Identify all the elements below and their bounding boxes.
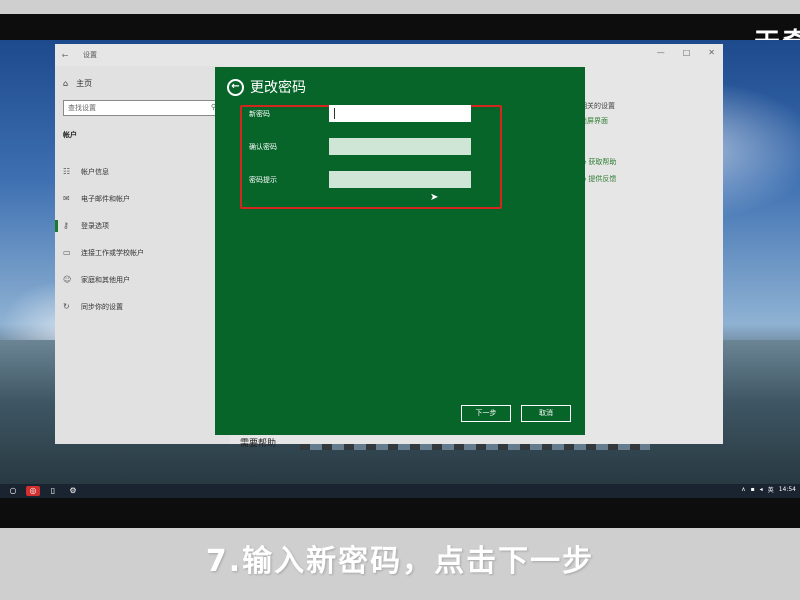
caption-subtitle: 7.输入新密码，点击下一步 (205, 544, 595, 579)
top-frame (0, 0, 800, 40)
sidebar-item-family[interactable]: ☺ 家庭和其他用户 (55, 266, 230, 293)
confirm-password-label: 确认密码 (249, 143, 277, 151)
sidebar-item-work-school[interactable]: ▭ 连接工作或学校帐户 (55, 239, 230, 266)
sidebar-item-label: 电子邮件和帐户 (81, 194, 130, 203)
netease-music-icon[interactable]: ◎ (26, 486, 40, 496)
sidebar-item-label: 帐户信息 (81, 167, 109, 176)
system-tray: ∧ ▪ ◂ 英 14:54 (741, 485, 796, 494)
chevron-up-icon[interactable]: ∧ (741, 486, 745, 493)
new-password-input[interactable] (329, 105, 471, 122)
sidebar-item-label: 连接工作或学校帐户 (81, 248, 144, 257)
minimize-icon[interactable]: — (657, 48, 665, 57)
password-hint-label: 密码提示 (249, 176, 277, 184)
key-icon: ⚷ (63, 221, 69, 230)
person-card-icon: ☷ (63, 167, 71, 176)
network-icon[interactable]: ▪ (751, 486, 755, 493)
get-help-link[interactable]: ◔ 获取帮助 (580, 154, 616, 171)
search-input[interactable]: 查找设置 ⚲ (63, 100, 221, 116)
mouse-pointer-icon: ➤ (430, 192, 439, 203)
search-placeholder: 查找设置 (68, 104, 96, 112)
sidebar-item-label: 同步你的设置 (81, 302, 123, 311)
change-password-dialog: ← 更改密码 新密码 确认密码 密码提示 ➤ 下一步 取消 (215, 67, 585, 435)
next-button[interactable]: 下一步 (460, 404, 512, 423)
password-hint-input[interactable] (329, 171, 471, 188)
window-controls: — □ ✕ (657, 48, 715, 57)
section-heading: 帐户 (63, 131, 77, 139)
text-caret (334, 108, 335, 119)
lock-screen-link[interactable]: 锁屏界面 (580, 114, 615, 129)
sidebar-item-email[interactable]: ✉ 电子邮件和帐户 (55, 185, 230, 212)
briefcase-icon: ▭ (63, 248, 71, 257)
sidebar-item-label: 家庭和其他用户 (81, 275, 130, 284)
cancel-button[interactable]: 取消 (520, 404, 572, 423)
title-bar: ← 设置 (55, 44, 723, 66)
new-password-label: 新密码 (249, 110, 270, 118)
clock[interactable]: 14:54 (779, 486, 796, 493)
related-settings: 相关的设置 锁屏界面 (580, 99, 615, 129)
dock-strip (300, 444, 650, 450)
taskbar: ○ ◎ ▯ ⚙ ∧ ▪ ◂ 英 14:54 (0, 484, 800, 498)
sidebar-item-label: 登录选项 (81, 221, 109, 230)
behind-heading: 需要帮助 (240, 439, 277, 449)
mail-icon: ✉ (63, 194, 70, 203)
home-label: 主页 (76, 79, 93, 88)
sidebar-nav: ☷ 帐户信息 ✉ 电子邮件和帐户 ⚷ 登录选项 ▭ 连接工作或学校帐户 ☺ 家庭… (55, 158, 230, 320)
sync-icon: ↻ (63, 302, 70, 311)
back-arrow-icon[interactable]: ← (55, 51, 75, 60)
dialog-header: ← 更改密码 (227, 77, 306, 97)
volume-icon[interactable]: ◂ (760, 486, 763, 493)
dialog-title: 更改密码 (250, 80, 306, 96)
search-icon[interactable]: ○ (6, 486, 20, 496)
confirm-password-input[interactable] (329, 138, 471, 155)
file-icon[interactable]: ▯ (46, 486, 60, 496)
people-icon: ☺ (63, 275, 72, 284)
desktop-screen: ← 设置 — □ ✕ ⌂ 主页 查找设置 ⚲ 帐户 ☷ 帐户信息 ✉ 电子邮件和… (0, 40, 800, 498)
window-title: 设置 (83, 51, 97, 59)
home-item[interactable]: ⌂ 主页 (63, 78, 92, 89)
related-settings-heading: 相关的设置 (580, 102, 615, 110)
feedback-link[interactable]: ◔ 提供反馈 (580, 171, 616, 188)
sidebar-item-account-info[interactable]: ☷ 帐户信息 (55, 158, 230, 185)
sidebar: ⌂ 主页 查找设置 ⚲ 帐户 ☷ 帐户信息 ✉ 电子邮件和帐户 ⚷ 登录选项 ▭… (55, 66, 230, 444)
home-icon: ⌂ (63, 79, 69, 88)
close-icon[interactable]: ✕ (708, 48, 715, 57)
ime-indicator[interactable]: 英 (768, 485, 774, 494)
settings-gear-icon[interactable]: ⚙ (66, 486, 80, 496)
sidebar-item-sign-in-options[interactable]: ⚷ 登录选项 (55, 212, 230, 239)
maximize-icon[interactable]: □ (683, 48, 691, 57)
back-button[interactable]: ← (227, 78, 244, 96)
sidebar-item-sync[interactable]: ↻ 同步你的设置 (55, 293, 230, 320)
help-links: ◔ 获取帮助 ◔ 提供反馈 (580, 154, 616, 188)
